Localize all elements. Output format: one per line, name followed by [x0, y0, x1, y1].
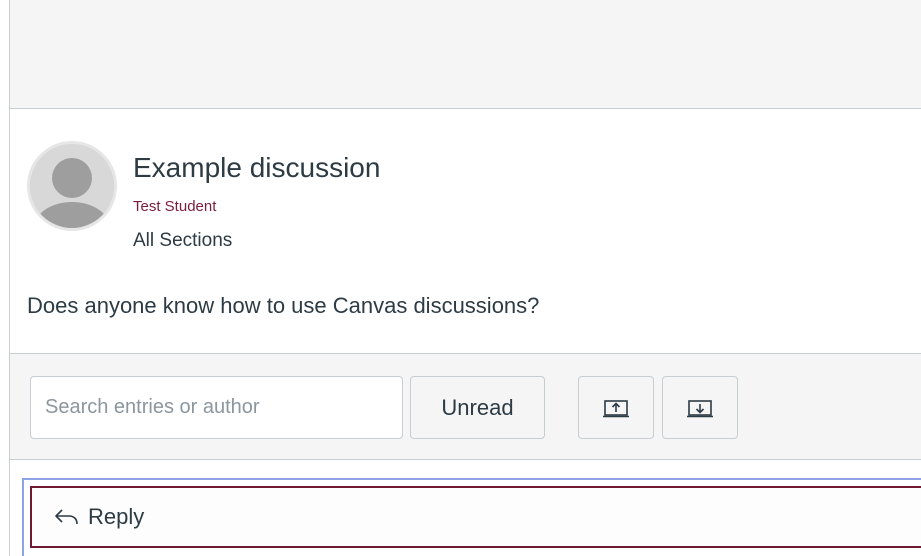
- collapse-all-button[interactable]: [578, 376, 654, 439]
- reply-label: Reply: [88, 504, 145, 529]
- unread-button[interactable]: Unread: [410, 376, 545, 439]
- reply-focus-ring: Reply: [22, 478, 921, 556]
- collapse-all-icon: [603, 399, 629, 417]
- header-bar: [10, 0, 921, 109]
- reply-button[interactable]: Reply: [30, 486, 921, 548]
- discussion-message: Does anyone know how to use Canvas discu…: [27, 293, 540, 318]
- search-input[interactable]: [30, 376, 403, 439]
- author-name[interactable]: Test Student: [133, 198, 216, 215]
- avatar[interactable]: [27, 141, 117, 231]
- sections-label: All Sections: [133, 230, 233, 251]
- expand-all-button[interactable]: [662, 376, 738, 439]
- discussion-title: Example discussion: [133, 152, 381, 183]
- discussion-toolbar: Unread: [10, 353, 921, 460]
- expand-all-icon: [687, 399, 713, 417]
- default-avatar-icon: [30, 144, 114, 228]
- discussion-topic: Example discussion Test Student All Sect…: [10, 110, 921, 354]
- reply-arrow-icon: [55, 509, 78, 525]
